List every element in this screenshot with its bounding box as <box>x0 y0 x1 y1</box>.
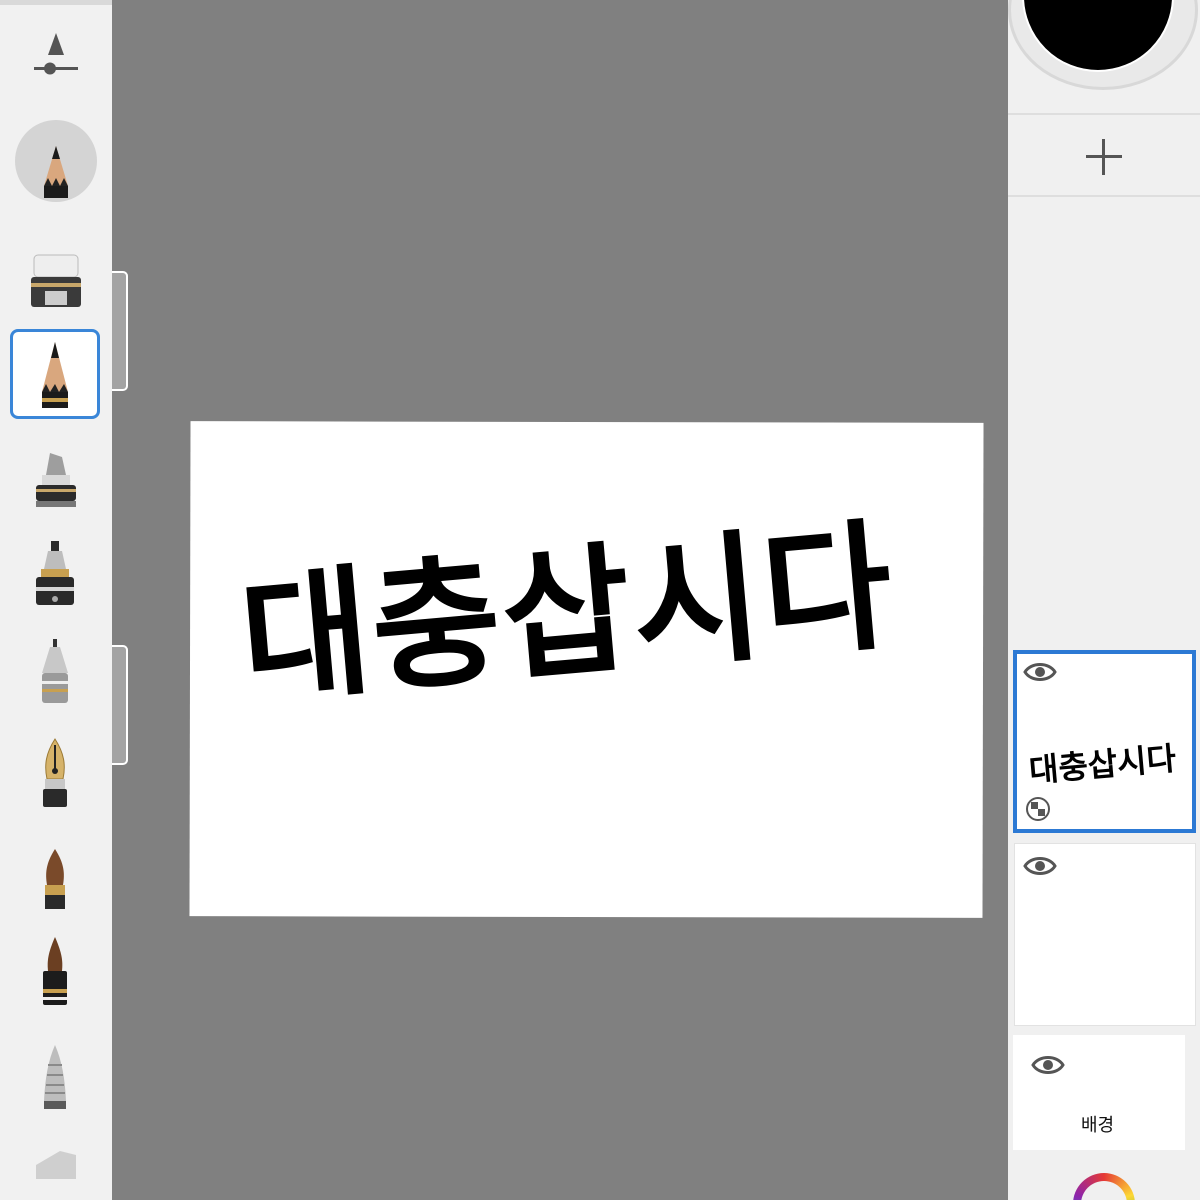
eye-icon[interactable] <box>1023 660 1057 684</box>
pencil-icon <box>44 146 68 198</box>
layer-name: 배경 <box>1081 1115 1115 1136</box>
airbrush-brush[interactable] <box>10 1035 100 1125</box>
pencil-icon <box>42 342 68 408</box>
brush-toolbar <box>0 0 112 1200</box>
chisel-marker-icon <box>36 1151 76 1179</box>
technical-pen-brush[interactable] <box>10 633 100 723</box>
technical-pen-icon <box>42 639 68 703</box>
marker-icon <box>36 453 76 507</box>
fountain-pen-icon <box>36 541 74 605</box>
paint-brush-icon <box>45 849 65 909</box>
eye-icon[interactable] <box>1031 1053 1065 1077</box>
layer-item-background[interactable]: 배경 <box>1013 1035 1185 1150</box>
ink-brush[interactable] <box>10 931 100 1021</box>
eraser-brush[interactable] <box>10 243 100 333</box>
technical-brush[interactable] <box>10 535 100 625</box>
layer-thumbnail: 대충삽시다 <box>1027 739 1178 790</box>
chisel-marker-brush[interactable] <box>10 1135 100 1179</box>
layer-item-empty[interactable] <box>1014 843 1196 1026</box>
airbrush-icon <box>44 1045 66 1109</box>
plus-icon <box>1086 139 1122 175</box>
calligraphy-brush[interactable] <box>10 731 100 821</box>
color-wheel-center <box>1081 1181 1127 1200</box>
eye-icon[interactable] <box>1023 854 1057 878</box>
add-layer-button[interactable] <box>1008 113 1200 197</box>
calligraphy-nib-icon <box>43 738 67 807</box>
toolbar-collapse-handle[interactable] <box>112 271 128 391</box>
ink-brush-icon <box>43 937 67 1005</box>
current-brush-preview[interactable] <box>15 120 97 202</box>
paint-brush[interactable] <box>10 835 100 925</box>
toolbar-scroll-handle[interactable] <box>112 645 128 765</box>
drawing-app: 대충삽시다 대충삽시다 배경 <box>0 0 1200 1200</box>
layer-item-text[interactable]: 대충삽시다 <box>1013 650 1196 833</box>
brush-size-opacity-icon[interactable] <box>28 29 84 81</box>
eraser-icon <box>31 254 81 307</box>
pencil-brush[interactable] <box>10 329 100 419</box>
marker-brush[interactable] <box>10 437 100 527</box>
blend-mode-icon[interactable] <box>1025 796 1051 822</box>
